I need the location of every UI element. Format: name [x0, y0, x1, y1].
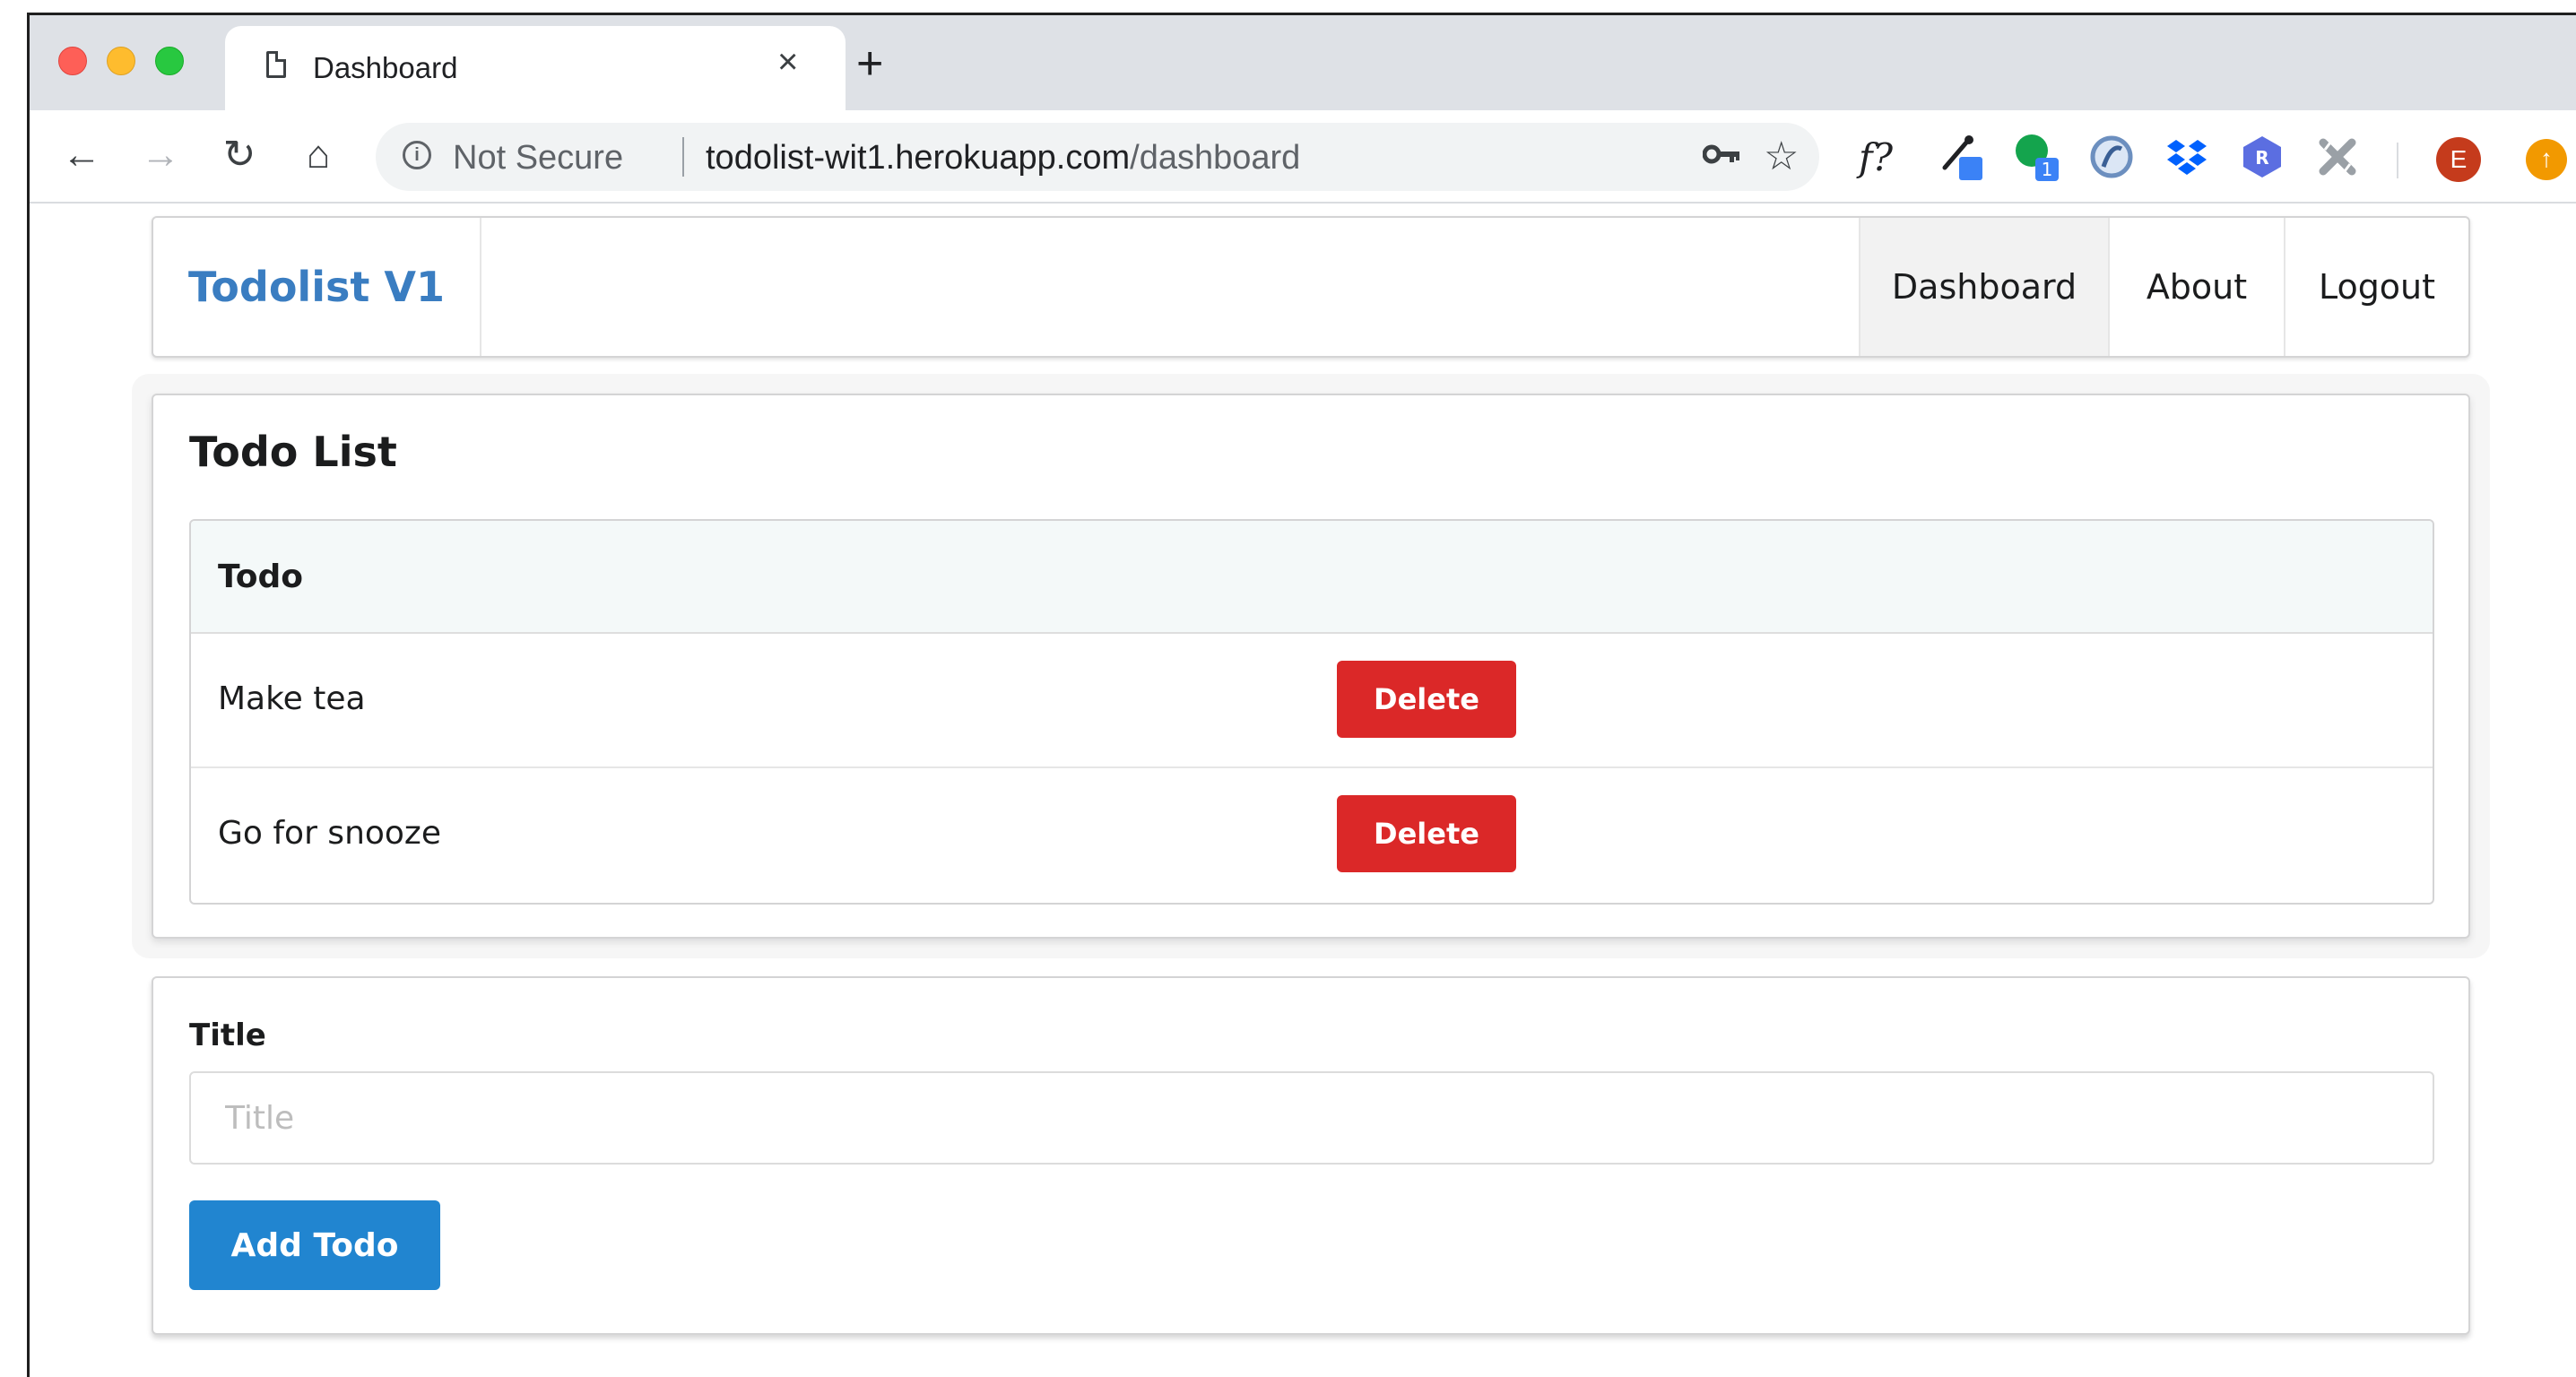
eyedropper-icon[interactable] — [1934, 130, 1988, 184]
plus-icon[interactable]: + — [856, 40, 883, 87]
address-divider — [682, 137, 684, 177]
delete-button[interactable]: Delete — [1337, 795, 1516, 872]
toolbar-divider — [2397, 143, 2398, 178]
todo-table: Todo Make tea Delete Go for snooze Delet… — [189, 519, 2434, 905]
security-status[interactable]: Not Secure — [453, 139, 623, 178]
title-input[interactable] — [189, 1071, 2434, 1165]
minimize-window-button[interactable] — [107, 47, 135, 75]
table-row: Go for snooze Delete — [191, 768, 2433, 903]
table-row: Make tea Delete — [191, 634, 2433, 768]
green-dot-icon[interactable]: 1 — [2009, 130, 2063, 184]
nav-item-logout[interactable]: Logout — [2284, 218, 2468, 356]
nav-item-about[interactable]: About — [2108, 218, 2284, 356]
key-icon[interactable] — [1702, 141, 1742, 176]
browser-window: Dashboard × + ← → ↻ ⌂ i Not Secure todol… — [27, 13, 2576, 1377]
tab-strip: Dashboard × + — [30, 15, 2576, 110]
home-icon[interactable]: ⌂ — [293, 130, 343, 180]
browser-toolbar: ← → ↻ ⌂ i Not Secure todolist-wit1.herok… — [30, 110, 2576, 204]
svg-text:R: R — [2255, 147, 2268, 169]
todo-list-card: Todo List Todo Make tea Delete Go for sn… — [152, 394, 2470, 939]
blue-circle-icon[interactable] — [2085, 130, 2138, 184]
page-content: Todolist V1 Dashboard About Logout Todo … — [30, 204, 2576, 1377]
tab-dashboard[interactable]: Dashboard × — [225, 26, 846, 110]
info-icon[interactable]: i — [403, 141, 431, 169]
todo-text: Go for snooze — [218, 815, 441, 852]
add-todo-button[interactable]: Add Todo — [189, 1200, 440, 1290]
nav-item-dashboard[interactable]: Dashboard — [1859, 218, 2108, 356]
title-label: Title — [189, 1018, 266, 1053]
table-header: Todo — [191, 521, 2433, 634]
delete-button[interactable]: Delete — [1337, 661, 1516, 738]
url-text[interactable]: todolist-wit1.herokuapp.com/dashboard — [706, 139, 1300, 178]
add-todo-form: Title Add Todo — [152, 976, 2470, 1335]
svg-text:1: 1 — [2042, 159, 2053, 180]
document-icon — [266, 51, 286, 78]
formula-extension[interactable]: f? — [1859, 130, 1893, 184]
back-icon[interactable]: ← — [56, 130, 107, 180]
nav-menu: Dashboard About Logout — [1859, 218, 2468, 356]
brand-logo[interactable]: Todolist V1 — [153, 218, 481, 356]
app-navbar: Todolist V1 Dashboard About Logout — [152, 216, 2470, 358]
r-badge-icon[interactable]: R — [2235, 130, 2289, 184]
url-path: /dashboard — [1130, 139, 1301, 177]
tools-icon[interactable] — [2311, 130, 2364, 184]
maximize-window-button[interactable] — [155, 47, 184, 75]
dropbox-icon[interactable] — [2160, 130, 2214, 184]
url-host: todolist-wit1.herokuapp.com — [706, 139, 1131, 177]
forward-icon[interactable]: → — [135, 130, 186, 180]
close-window-button[interactable] — [58, 47, 87, 75]
profile-avatar[interactable]: E — [2436, 137, 2481, 182]
todo-text: Make tea — [218, 680, 366, 717]
reload-icon[interactable]: ↻ — [214, 130, 265, 180]
star-icon[interactable]: ☆ — [1764, 134, 1799, 179]
address-bar[interactable]: i Not Secure todolist-wit1.herokuapp.com… — [376, 123, 1819, 191]
tab-title: Dashboard — [313, 51, 458, 84]
update-icon[interactable]: ↑ — [2526, 139, 2567, 180]
card-title: Todo List — [189, 428, 397, 476]
close-icon[interactable]: × — [777, 44, 798, 80]
